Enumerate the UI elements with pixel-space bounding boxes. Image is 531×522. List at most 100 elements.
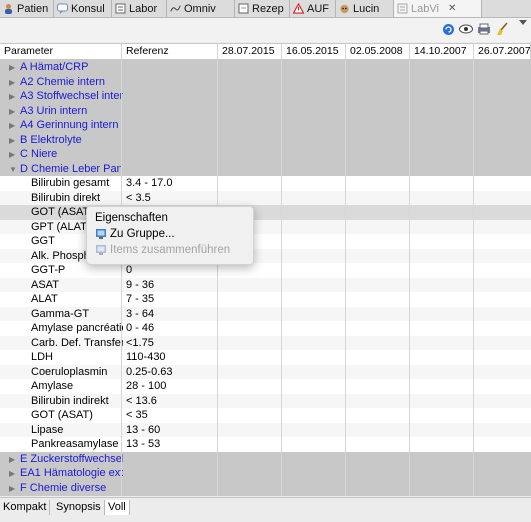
column-divider <box>281 44 282 496</box>
context-menu: Eigenschaften Zu Gruppe... Items zusamme… <box>86 206 254 265</box>
parameter-cell: Carb. Def. Transferrin <box>31 336 123 349</box>
tab-omniv[interactable]: Omniv <box>167 0 235 17</box>
tab-patien[interactable]: Patien <box>0 0 54 17</box>
tab-label: Omniv <box>184 2 216 15</box>
column-header[interactable]: 14.10.2007 <box>410 44 474 59</box>
tab-label: Patien <box>17 2 49 15</box>
table-row[interactable]: Alk. Phosphatase <box>0 248 531 263</box>
eye-icon[interactable] <box>459 22 473 36</box>
reference-cell: 3 - 64 <box>126 307 155 320</box>
view-menu-icon[interactable] <box>516 16 530 30</box>
collapsed-arrow-icon[interactable]: ▶ <box>9 467 20 481</box>
table-row[interactable]: Bilirubin indirekt < 13.6 <box>0 393 531 408</box>
table-row[interactable]: Lipase 13 - 60 <box>0 422 531 437</box>
table-row[interactable]: Pankreasamylase 13 - 53 <box>0 437 531 452</box>
collapsed-arrow-icon[interactable]: ▶ <box>9 148 20 162</box>
column-divider <box>473 44 474 496</box>
collapsed-arrow-icon[interactable]: ▶ <box>9 119 20 133</box>
table-row[interactable]: Amylase 28 - 100 <box>0 379 531 394</box>
collapsed-arrow-icon[interactable]: ▶ <box>9 482 20 496</box>
tab-auf[interactable]: AUF <box>290 0 336 17</box>
tab-konsul[interactable]: Konsul <box>54 0 112 17</box>
menu-item-eigenschaften[interactable]: Eigenschaften <box>95 210 168 226</box>
table-row[interactable]: GGT-P 0 <box>0 263 531 278</box>
column-header[interactable]: Referenz <box>122 44 218 59</box>
prescription-icon <box>238 3 249 14</box>
parameter-cell: ▶ F Chemie diverse <box>0 481 123 496</box>
column-header[interactable]: 16.05.2015 <box>282 44 346 59</box>
tab-label: Labor <box>129 2 158 15</box>
parameter-cell: Lipase <box>31 423 64 436</box>
column-header[interactable]: 26.07.2007 <box>474 44 531 59</box>
tab-labor[interactable]: Labor <box>112 0 167 17</box>
tab-kompakt[interactable]: Kompakt <box>0 500 51 515</box>
table-row[interactable]: GOT (ASAT) <box>0 205 531 220</box>
parameter-cell: ▶ A Hämat/CRP <box>0 60 123 75</box>
table-row[interactable]: Coeruloplasmin 0.25-0.63 <box>0 364 531 379</box>
reference-cell: < 35 <box>126 409 148 421</box>
tab-voll[interactable]: Voll <box>105 500 130 515</box>
tab-synopsis[interactable]: Synopsis <box>53 500 105 515</box>
bottom-view-tabs: Kompakt Synopsis Voll <box>0 497 531 522</box>
reference-cell: < 13.6 <box>126 394 157 407</box>
table-header: Parameter Referenz 28.07.2015 16.05.2015 02.… <box>0 44 531 60</box>
reference-cell: 3.4 - 17.0 <box>126 177 173 189</box>
category-row[interactable]: ▶ A Hämat/CRP <box>0 60 531 75</box>
table-row[interactable]: ASAT 9 - 36 <box>0 277 531 292</box>
table-row[interactable]: Bilirubin gesamt 3.4 - 17.0 <box>0 176 531 191</box>
view-tab-bar: Patien Konsul Labor Omniv Rezep AUF Lucin LabVi… <box>0 0 531 18</box>
category-row[interactable]: ▶ C Niere <box>0 147 531 162</box>
refresh-icon[interactable] <box>441 22 455 36</box>
table-row[interactable]: ALAT 7 - 35 <box>0 292 531 307</box>
patient-icon <box>3 3 14 14</box>
tab-label: Lucin <box>353 2 380 15</box>
close-icon[interactable]: ✕ <box>448 3 456 14</box>
collapsed-arrow-icon[interactable]: ▶ <box>9 90 20 104</box>
merge-items-icon <box>95 244 107 256</box>
expanded-arrow-icon[interactable]: ▼ <box>9 163 20 177</box>
add-to-group-icon <box>95 228 107 240</box>
category-row[interactable]: ▶ E Zuckerstoffwechsel <box>0 451 531 467</box>
category-row[interactable]: ▶ B Elektrolyte <box>0 132 531 148</box>
view-toolbar <box>0 18 531 42</box>
tab-rezep[interactable]: Rezep <box>235 0 290 17</box>
table-row[interactable]: Amylase pancréatique0 - 46 <box>0 321 531 336</box>
tab-labvi[interactable]: LabVi ✕ <box>394 0 482 17</box>
tab-label: Rezep <box>252 2 284 15</box>
table-row[interactable]: GPT (ALAT) <box>0 219 531 234</box>
collapsed-arrow-icon[interactable]: ▶ <box>9 105 20 119</box>
parameter-cell: ▶ A4 Gerinnung intern <box>0 118 123 133</box>
category-row[interactable]: ▼D Chemie Leber Pankreas <box>0 161 531 177</box>
parameter-cell: Bilirubin gesamt <box>31 177 110 189</box>
table-row[interactable]: Gamma-GT 3 - 64 <box>0 306 531 321</box>
menu-item-zu-gruppe[interactable]: Zu Gruppe... <box>95 226 175 242</box>
column-header[interactable]: 28.07.2015 <box>218 44 282 59</box>
collapsed-arrow-icon[interactable]: ▶ <box>9 76 20 90</box>
category-row[interactable]: ▶ A2 Chemie intern <box>0 74 531 90</box>
table-row[interactable]: GGT <box>0 234 531 249</box>
table-row[interactable]: GOT (ASAT) < 35 <box>0 408 531 423</box>
category-row[interactable]: ▶ A3 Urin intern <box>0 103 531 119</box>
collapsed-arrow-icon[interactable]: ▶ <box>9 134 20 148</box>
category-row[interactable]: ▶EA1 Hämatologie extern <box>0 466 531 481</box>
column-header[interactable]: 02.05.2008 <box>346 44 410 59</box>
tab-lucin[interactable]: Lucin <box>336 0 394 17</box>
category-row[interactable]: ▶F Stoffwechsel <box>0 495 531 496</box>
menu-item-items-zusammenfuehren[interactable]: Items zusammenführen <box>95 242 230 258</box>
table-row[interactable]: Bilirubin direkt < 3.5 <box>0 190 531 205</box>
category-row[interactable]: ▶ F Chemie diverse <box>0 480 531 496</box>
print-icon[interactable] <box>477 22 491 36</box>
category-row[interactable]: ▶ A3 Stoffwechsel intern <box>0 89 531 104</box>
parameter-cell: ▶F Stoffwechsel <box>0 495 123 496</box>
table-row[interactable]: Carb. Def. Transferrin<1.75 <box>0 335 531 350</box>
collapsed-arrow-icon[interactable]: ▶ <box>9 61 20 75</box>
category-row[interactable]: ▶ A4 Gerinnung intern <box>0 118 531 133</box>
table-row[interactable]: LDH 110-430 <box>0 350 531 365</box>
consultation-icon <box>57 3 68 14</box>
parameter-cell: Amylase pancréatique <box>31 322 123 334</box>
parameter-cell: ASAT <box>31 278 59 291</box>
reference-cell: 13 - 53 <box>126 438 161 450</box>
collapsed-arrow-icon[interactable]: ▶ <box>9 453 20 467</box>
column-header[interactable]: Parameter <box>0 44 122 59</box>
broom-icon[interactable] <box>495 22 509 36</box>
